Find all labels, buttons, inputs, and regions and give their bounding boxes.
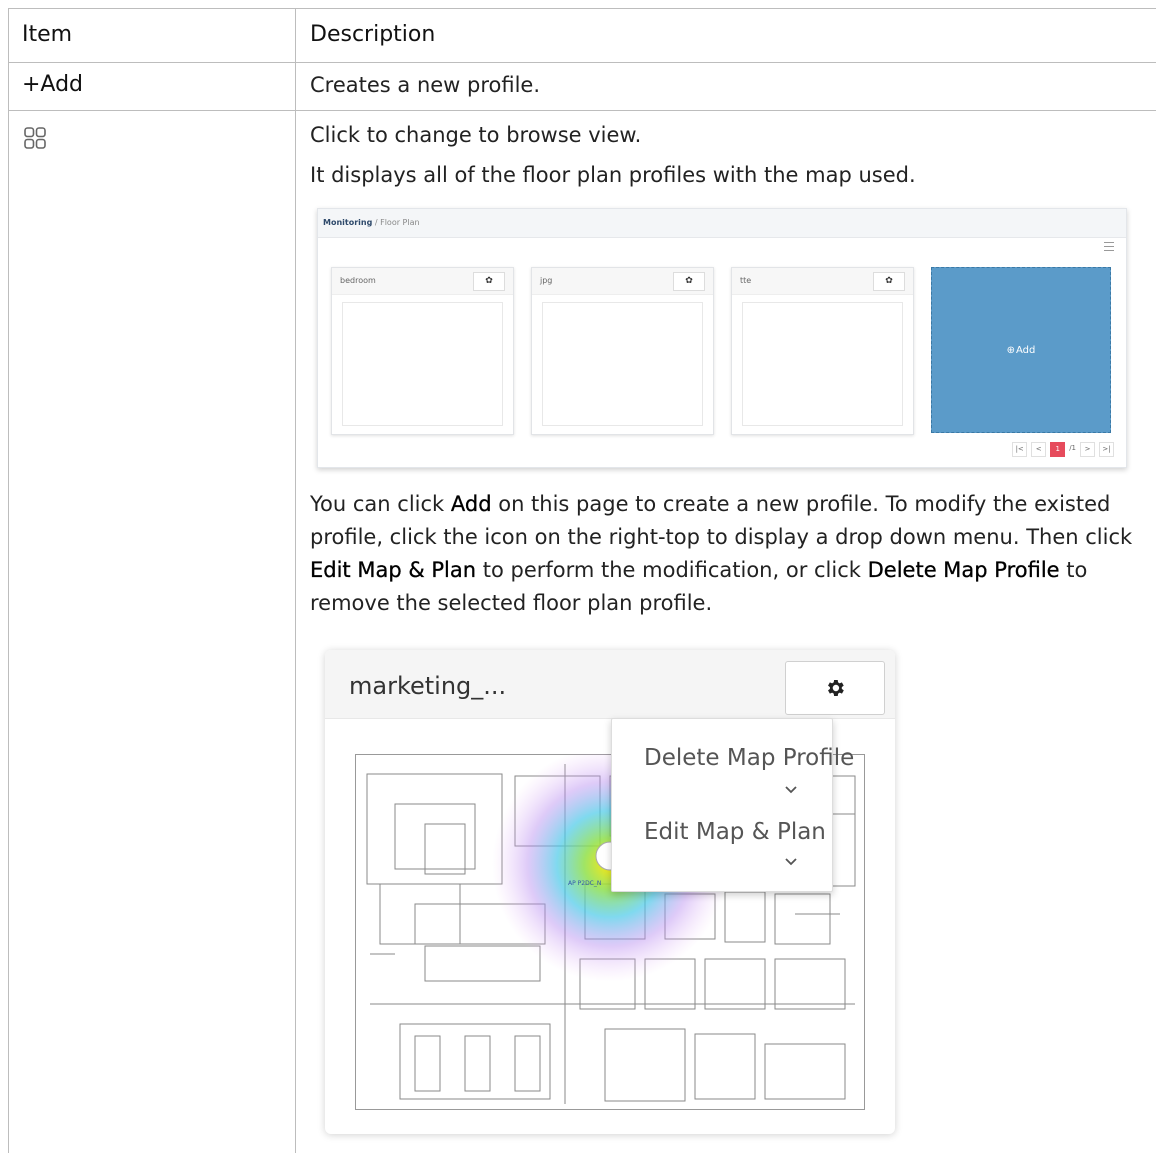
instruction-paragraph: You can click Add on this page to create…: [310, 492, 1133, 615]
grid-view-icon: [24, 127, 46, 153]
card-map-area: [342, 302, 503, 426]
row-add-item: +Add: [22, 72, 84, 97]
browse-view-screenshot: Monitoring / Floor Plan bedroom ✿ jpg ✿ …: [317, 208, 1127, 468]
profile-dropdown-menu: Delete Map Profile Edit Map & Plan: [611, 718, 854, 892]
gear-icon[interactable]: ✿: [673, 272, 705, 291]
gear-icon[interactable]: [785, 661, 885, 715]
profile-card-title: marketing_...: [349, 672, 507, 700]
breadcrumb: Monitoring / Floor Plan: [318, 209, 1126, 238]
floor-plan-card[interactable]: bedroom ✿: [331, 267, 514, 435]
card-map-area: [742, 302, 903, 426]
ap-label: AP P2DC_N: [568, 880, 601, 887]
row-add-description: Creates a new profile.: [310, 73, 541, 97]
page-total: /1: [1069, 444, 1076, 452]
plus-circle-icon: ⊕: [1006, 344, 1015, 356]
column-divider: [295, 8, 296, 1153]
breadcrumb-monitoring[interactable]: Monitoring: [323, 218, 372, 227]
term-delete-map-profile: Delete Map Profile: [867, 558, 1060, 582]
pagination: |< < 1 /1 > >|: [1012, 442, 1114, 457]
last-page-button[interactable]: >|: [1099, 442, 1114, 457]
card-title: jpg: [540, 276, 553, 285]
chevron-down-icon: [785, 786, 797, 794]
header-item: Item: [22, 22, 73, 47]
delete-map-profile-item[interactable]: Delete Map Profile: [644, 745, 854, 771]
card-title: tte: [740, 276, 752, 285]
current-page[interactable]: 1: [1050, 442, 1066, 457]
floor-plan-card[interactable]: tte ✿: [731, 267, 914, 435]
browse-line-2: It displays all of the floor plan profil…: [310, 163, 916, 187]
add-profile-tile[interactable]: ⊕ Add: [931, 267, 1111, 433]
header-description: Description: [310, 22, 436, 47]
table-border-left: [8, 8, 9, 1153]
prev-page-button[interactable]: <: [1031, 442, 1047, 457]
list-view-icon[interactable]: [1104, 242, 1114, 251]
chevron-down-icon: [785, 858, 797, 866]
card-title: bedroom: [340, 276, 376, 285]
floor-plan-card[interactable]: jpg ✿: [531, 267, 714, 435]
card-map-area: [542, 302, 703, 426]
gear-icon[interactable]: ✿: [473, 272, 505, 291]
term-edit-map-plan: Edit Map & Plan: [310, 558, 477, 582]
browse-line-1: Click to change to browse view.: [310, 123, 642, 147]
edit-map-plan-item[interactable]: Edit Map & Plan: [644, 819, 826, 845]
breadcrumb-floor-plan: / Floor Plan: [372, 218, 420, 227]
first-page-button[interactable]: |<: [1012, 442, 1028, 457]
header-divider: [8, 62, 1156, 63]
row-divider: [8, 110, 1156, 111]
term-add: Add: [450, 492, 492, 516]
gear-icon[interactable]: ✿: [873, 272, 905, 291]
table-border-top: [8, 8, 1156, 9]
next-page-button[interactable]: >: [1080, 442, 1095, 457]
add-tile-label: Add: [1016, 344, 1036, 356]
